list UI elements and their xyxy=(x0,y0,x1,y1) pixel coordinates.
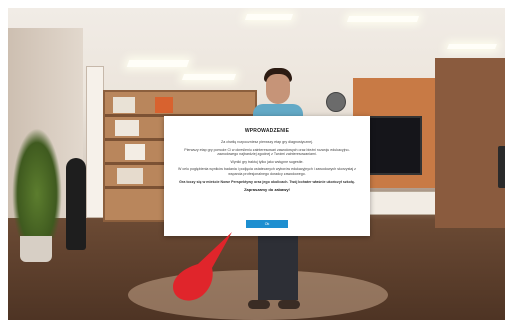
plant-pot xyxy=(20,236,52,262)
ok-button[interactable]: Ok xyxy=(246,220,288,228)
potted-plant xyxy=(12,128,62,238)
ceiling-light xyxy=(244,14,294,20)
game-scene: WPROWADZENIE Za chwilę rozpoczniesz pier… xyxy=(8,8,505,320)
dialog-paragraph: Pierwszy etap gry pomoże Ci w określeniu… xyxy=(184,147,350,157)
speaker xyxy=(498,146,505,188)
character-shoe xyxy=(278,300,300,309)
dialog-paragraph: Wyniki gry traktuj tylko jako wstępne su… xyxy=(230,159,304,164)
dialog-body: Za chwilę rozpoczniesz pierwszy etap gry… xyxy=(178,140,356,196)
ceiling-light xyxy=(346,16,420,22)
dialog-paragraph: Gra toczy się w mieście Nowe Perspektywy… xyxy=(179,179,355,184)
character-head xyxy=(266,74,290,104)
dialog-paragraph: W celu pogłębienia wyników badania i pod… xyxy=(178,167,356,176)
ceiling-light xyxy=(181,74,237,80)
dialog-closing: Zapraszamy do zabawy! xyxy=(244,187,290,193)
ceiling-light xyxy=(447,44,497,49)
wall-clock xyxy=(326,92,346,112)
right-wall xyxy=(435,58,505,228)
ceiling-light xyxy=(126,60,190,67)
television xyxy=(364,116,422,175)
doorway xyxy=(86,66,104,218)
intro-dialog: WPROWADZENIE Za chwilę rozpoczniesz pier… xyxy=(164,116,370,236)
character-shoe xyxy=(248,300,270,309)
dialog-paragraph: Za chwilę rozpoczniesz pierwszy etap gry… xyxy=(221,140,313,144)
red-pointer-icon xyxy=(173,232,232,301)
dialog-title: WPROWADZENIE xyxy=(244,128,290,134)
character-legs xyxy=(258,230,298,300)
tall-vase xyxy=(66,158,86,250)
